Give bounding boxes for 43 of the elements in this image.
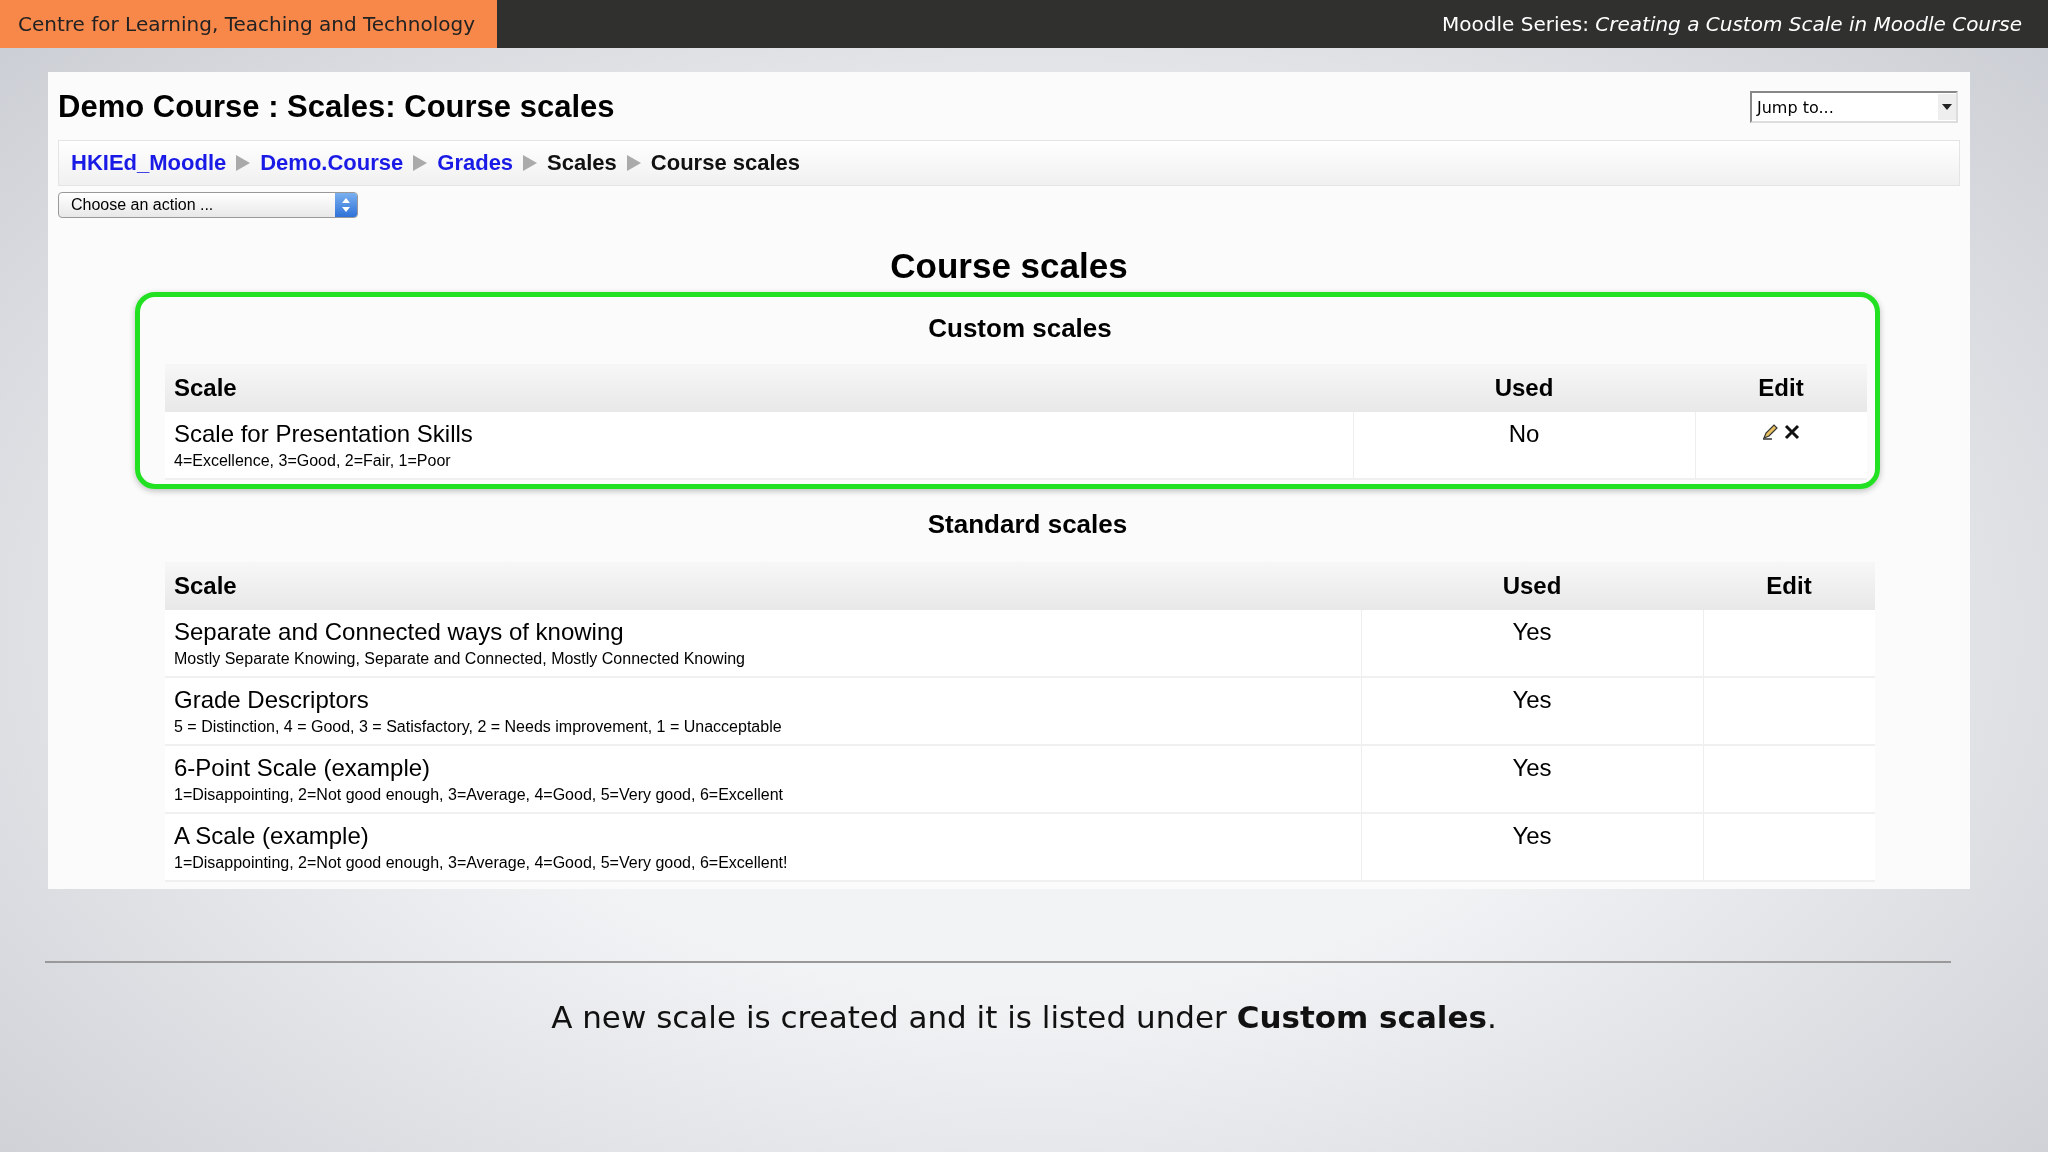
scale-name: 6-Point Scale (example) [174, 754, 432, 782]
scale-name: Grade Descriptors [174, 686, 370, 714]
column-header: Used [1361, 562, 1703, 610]
dropdown-icon [1942, 104, 1952, 110]
breadcrumb-link[interactable]: Grades [437, 150, 514, 176]
scale-name: A Scale (example) [174, 822, 370, 850]
separator-icon [236, 155, 251, 171]
scale-description: 4=Excellence, 3=Good, 2=Fair, 1=Poor [174, 452, 452, 470]
breadcrumb-item: Course scales [650, 150, 801, 176]
used-value: Yes [1512, 686, 1552, 713]
series-title: Moodle Series: Creating a Custom Scale in Moodle Course [1442, 12, 2023, 36]
column-header: Scale [165, 364, 1353, 412]
scale-name: Scale for Presentation Skills [174, 420, 474, 448]
jump-to-select[interactable]: Jump to... [1750, 91, 1958, 123]
pencil-icon[interactable] [1762, 424, 1779, 440]
column-header: Edit [1695, 364, 1867, 412]
breadcrumb-link[interactable]: Demo.Course [260, 150, 404, 176]
scale-description: 1=Disappointing, 2=Not good enough, 3=Average, 4=Good, 5=Very good, 6=Excellent [174, 786, 785, 804]
org-label: Centre for Learning, Teaching and Technology [0, 0, 497, 48]
page-heading: Course scales [889, 246, 1129, 286]
used-value: No [1508, 420, 1540, 447]
column-header: Used [1353, 364, 1695, 412]
separator-icon [413, 155, 428, 171]
delete-icon[interactable] [1784, 424, 1801, 440]
breadcrumb-item: Scales [547, 150, 617, 176]
column-header: Scale [165, 562, 1361, 610]
slide-caption: A new scale is created and it is listed under Custom scales. [550, 999, 1498, 1035]
separator-icon [626, 155, 641, 171]
section-title: Standard scales [926, 509, 1129, 540]
breadcrumb-link[interactable]: HKIEd_Moodle [71, 150, 227, 176]
column-header: Edit [1703, 562, 1875, 610]
used-value: Yes [1512, 822, 1552, 849]
scale-name: Separate and Connected ways of knowing [174, 618, 625, 646]
updown-icon [342, 198, 350, 212]
separator-icon [523, 155, 538, 171]
scale-description: 5 = Distinction, 4 = Good, 3 = Satisfactory, 2 = Needs improvement, 1 = Unacceptable [174, 718, 783, 736]
used-value: Yes [1512, 618, 1552, 645]
scale-description: 1=Disappointing, 2=Not good enough, 3=Average, 4=Good, 5=Very good, 6=Excellent! [174, 854, 789, 872]
used-value: Yes [1512, 754, 1552, 781]
scale-description: Mostly Separate Knowing, Separate and Connected, Mostly Connected Knowing [174, 650, 746, 668]
action-select[interactable]: Choose an action ... [58, 192, 358, 218]
page-title: Demo Course : Scales: Course scales [58, 89, 615, 125]
section-title: Custom scales [927, 313, 1113, 344]
